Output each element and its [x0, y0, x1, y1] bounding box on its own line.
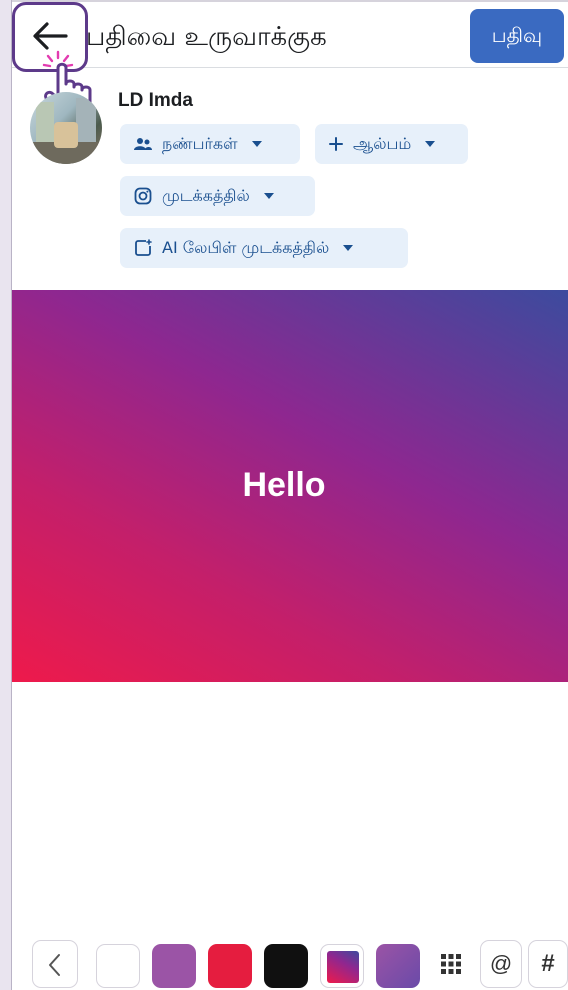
- page-title: பதிவை உருவாக்குக: [86, 22, 327, 52]
- background-swatch-purple[interactable]: [152, 944, 196, 988]
- background-swatch-black[interactable]: [264, 944, 308, 988]
- chevron-down-icon: [343, 245, 354, 251]
- friends-icon: [134, 138, 152, 150]
- instagram-share-button[interactable]: முடக்கத்தில்: [120, 176, 315, 216]
- post-text[interactable]: Hello: [0, 466, 568, 505]
- post-button[interactable]: பதிவு: [470, 9, 564, 63]
- chevron-left-icon: [49, 954, 60, 976]
- background-swatch-gradient-purple[interactable]: [376, 944, 420, 988]
- hashtag-button[interactable]: #: [528, 940, 568, 988]
- background-swatch-gradient-selected[interactable]: [320, 944, 364, 988]
- more-backgrounds-button[interactable]: [428, 940, 474, 988]
- gradient-preview: [327, 951, 359, 983]
- background-swatch-red[interactable]: [208, 944, 252, 988]
- ai-label-text: AI லேபிள் முடக்கத்தில்: [162, 237, 330, 257]
- instagram-icon: [134, 187, 152, 205]
- user-name: LD Imda: [118, 90, 193, 111]
- audience-friends-button[interactable]: நண்பர்கள்: [120, 124, 300, 164]
- avatar[interactable]: [30, 92, 102, 164]
- friends-label: நண்பர்கள்: [162, 133, 238, 153]
- post-background-canvas[interactable]: Hello: [12, 290, 568, 682]
- collapse-backgrounds-button[interactable]: [32, 940, 78, 988]
- ai-label-icon: [135, 239, 152, 256]
- chevron-down-icon: [425, 141, 436, 147]
- background-swatch-white[interactable]: [96, 944, 140, 988]
- avatar-people: [54, 122, 78, 148]
- plus-icon: [329, 137, 343, 151]
- instagram-label: முடக்கத்தில்: [162, 185, 250, 205]
- chevron-down-icon: [263, 193, 274, 199]
- album-button[interactable]: ஆல்பம்: [315, 124, 468, 164]
- album-label: ஆல்பம்: [353, 133, 412, 153]
- mention-button[interactable]: @: [480, 940, 522, 988]
- ai-label-button[interactable]: AI லேபிள் முடக்கத்தில்: [120, 228, 408, 268]
- back-arrow-icon: [33, 22, 68, 50]
- chevron-down-icon: [251, 141, 262, 147]
- grid-icon: [441, 954, 461, 974]
